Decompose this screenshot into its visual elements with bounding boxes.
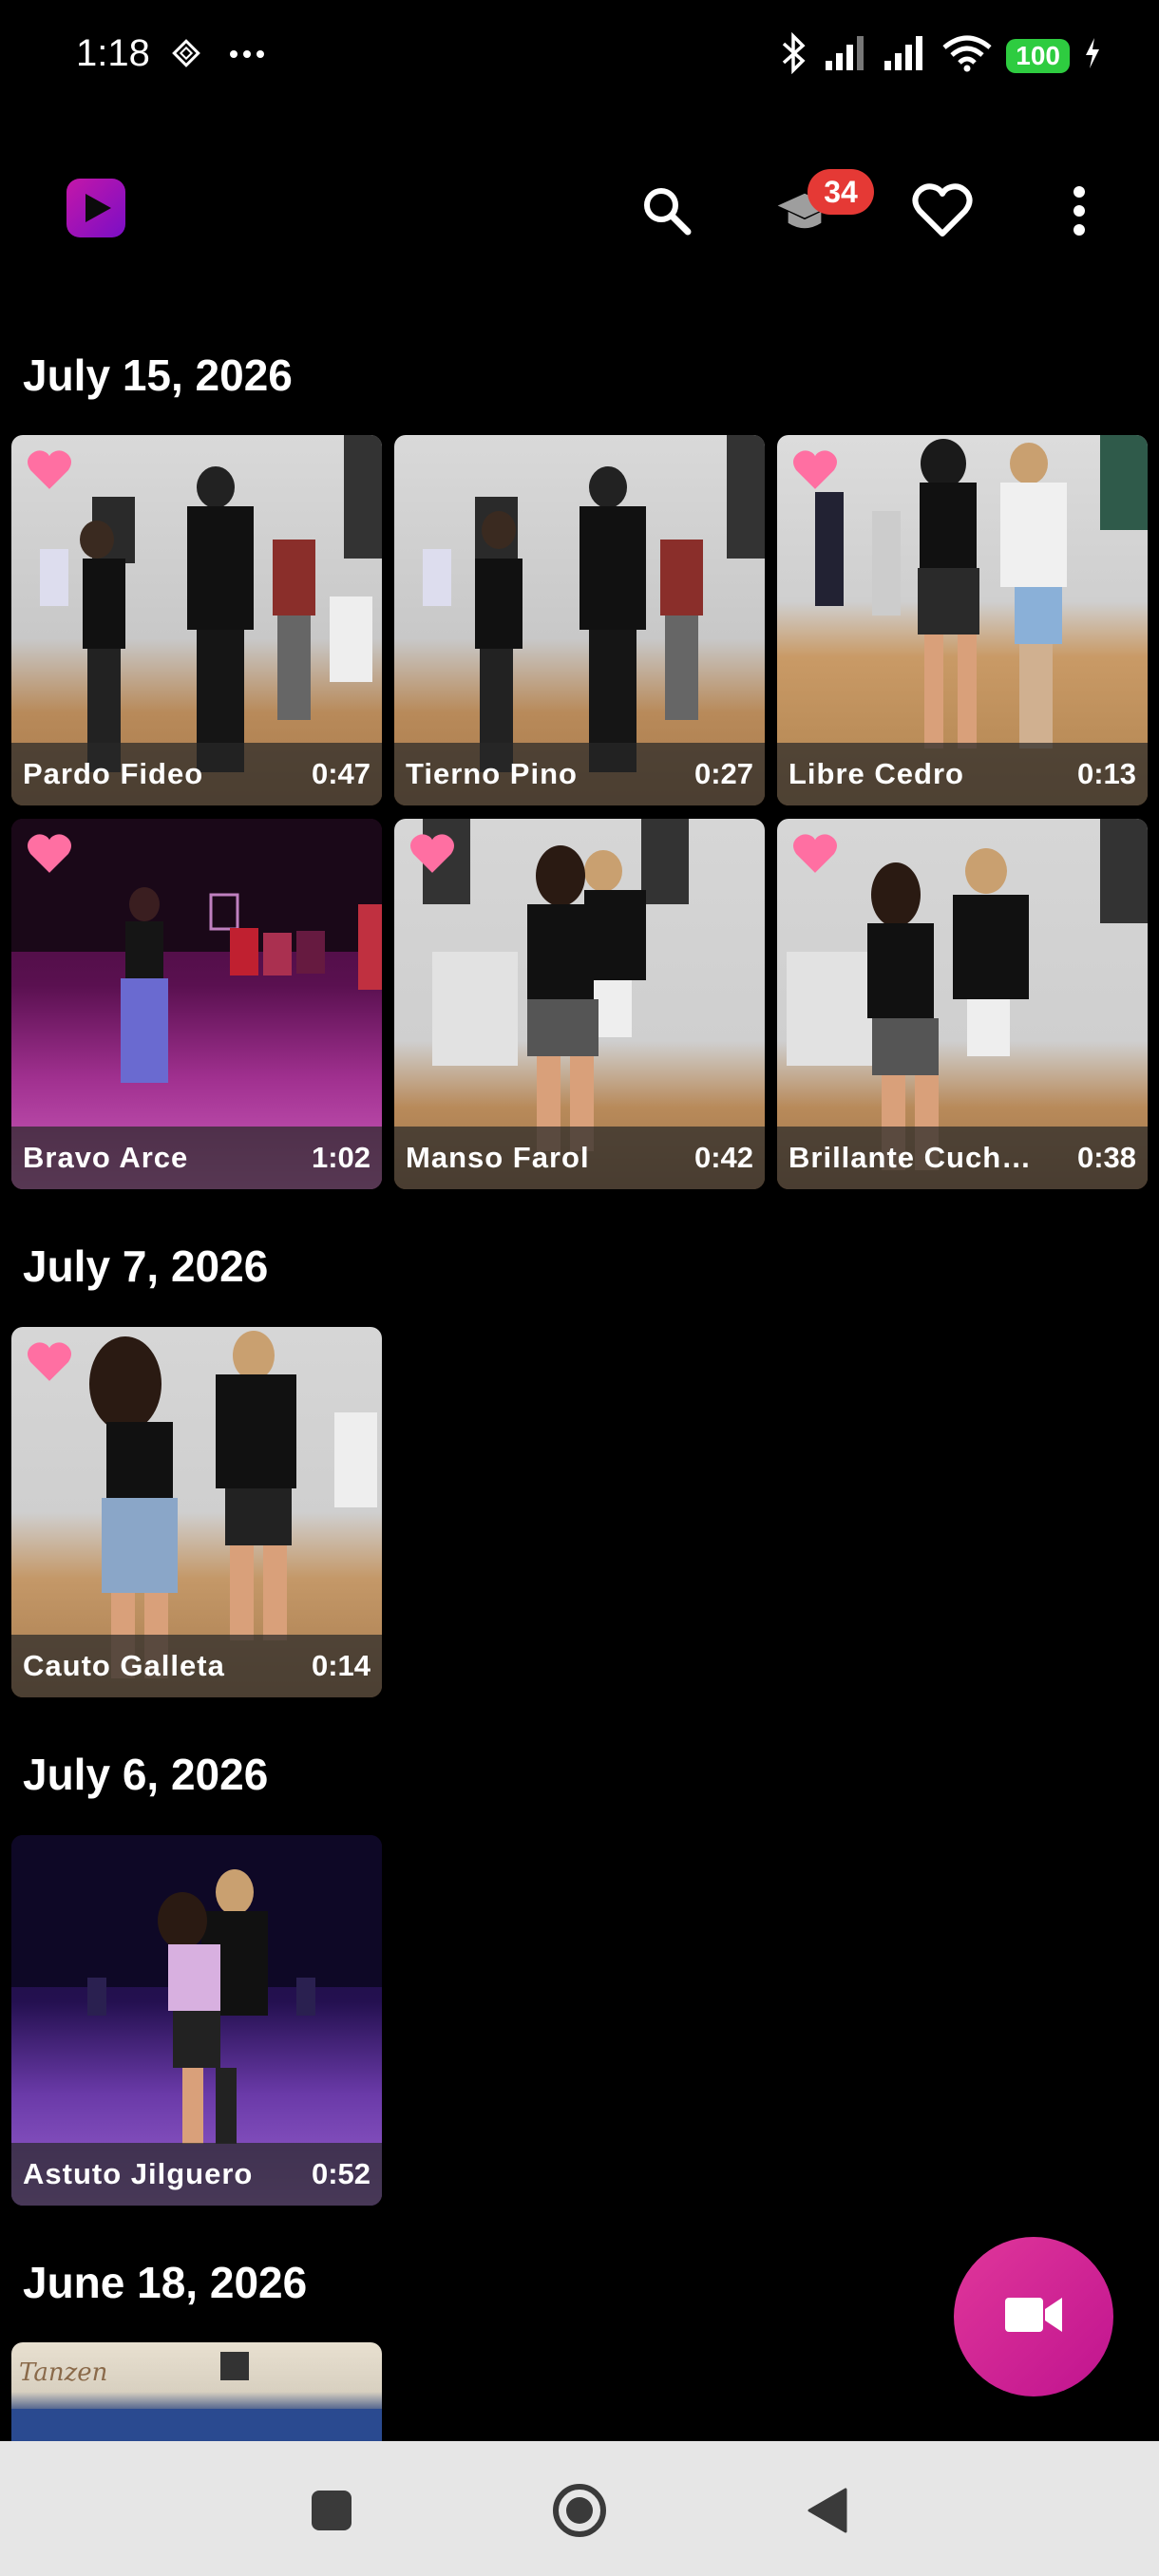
app-bar <box>0 152 1159 266</box>
section-date: July 6, 2026 <box>23 1750 269 1799</box>
signal-icon <box>883 34 928 77</box>
video-title: Brillante Cuch… <box>788 1141 1033 1174</box>
video-duration: 0:13 <box>1076 757 1136 790</box>
video-title: Bravo Arce <box>23 1141 189 1174</box>
video-title: Tierno Pino <box>406 757 578 790</box>
video-tile[interactable]: Brillante Cuch… 0:38 <box>777 819 1148 1189</box>
favorite-heart-icon[interactable] <box>408 832 457 881</box>
favorite-heart-icon[interactable] <box>790 448 840 497</box>
favorite-heart-icon[interactable] <box>25 448 74 497</box>
video-title: Cauto Galleta <box>23 1649 225 1682</box>
video-camera-icon <box>1003 2294 1064 2340</box>
section-date: June 18, 2026 <box>23 2258 308 2307</box>
video-tile[interactable]: Tanzen <box>11 2342 382 2441</box>
status-bar: 1:18 100 <box>0 0 1159 114</box>
circle-icon[interactable] <box>546 2477 613 2544</box>
more-horiz-icon <box>228 47 266 65</box>
battery-indicator: 100 <box>1006 38 1070 73</box>
play-logo-icon <box>66 179 125 237</box>
video-tile[interactable]: Astuto Jilguero 0:52 <box>11 1835 382 2206</box>
favorite-heart-icon[interactable] <box>25 832 74 881</box>
record-video-button[interactable] <box>954 2237 1113 2396</box>
video-duration: 1:02 <box>311 1141 370 1174</box>
charging-icon <box>1083 36 1102 75</box>
favorite-heart-icon[interactable] <box>25 1340 74 1389</box>
video-tile[interactable]: Libre Cedro 0:13 <box>777 435 1148 805</box>
video-title: Libre Cedro <box>788 757 964 790</box>
diamond-icon <box>169 36 203 75</box>
signal-icon <box>824 34 869 77</box>
video-duration: 0:52 <box>311 2157 370 2190</box>
section-date: July 15, 2026 <box>23 350 293 400</box>
status-time: 1:18 <box>76 32 150 74</box>
video-tile[interactable]: Tierno Pino 0:27 <box>394 435 765 805</box>
square-icon[interactable] <box>298 2477 365 2544</box>
video-duration: 0:27 <box>694 757 753 790</box>
notification-badge: 34 <box>808 169 874 215</box>
heart-outline-icon[interactable] <box>912 180 973 241</box>
video-duration: 0:14 <box>311 1649 370 1682</box>
video-tile[interactable]: Bravo Arce 1:02 <box>11 819 382 1189</box>
video-duration: 0:47 <box>311 757 370 790</box>
favorite-heart-icon[interactable] <box>790 832 840 881</box>
video-tile[interactable]: Manso Farol 0:42 <box>394 819 765 1189</box>
more-vert-icon[interactable] <box>1049 180 1110 241</box>
wifi-icon <box>941 34 993 77</box>
video-thumbnail: Tanzen <box>11 2342 382 2441</box>
video-title: Manso Farol <box>406 1141 590 1174</box>
search-icon[interactable] <box>636 180 697 241</box>
svg-text:Tanzen: Tanzen <box>19 2358 107 2387</box>
bluetooth-icon <box>776 31 810 79</box>
video-duration: 0:38 <box>1076 1141 1136 1174</box>
video-duration: 0:42 <box>694 1141 753 1174</box>
video-tile[interactable]: Pardo Fideo 0:47 <box>11 435 382 805</box>
video-title: Pardo Fideo <box>23 757 204 790</box>
section-date: July 7, 2026 <box>23 1241 269 1291</box>
system-nav-bar <box>0 2441 1159 2576</box>
back-triangle-icon[interactable] <box>794 2477 861 2544</box>
video-tile[interactable]: Cauto Galleta 0:14 <box>11 1327 382 1697</box>
video-title: Astuto Jilguero <box>23 2157 254 2190</box>
